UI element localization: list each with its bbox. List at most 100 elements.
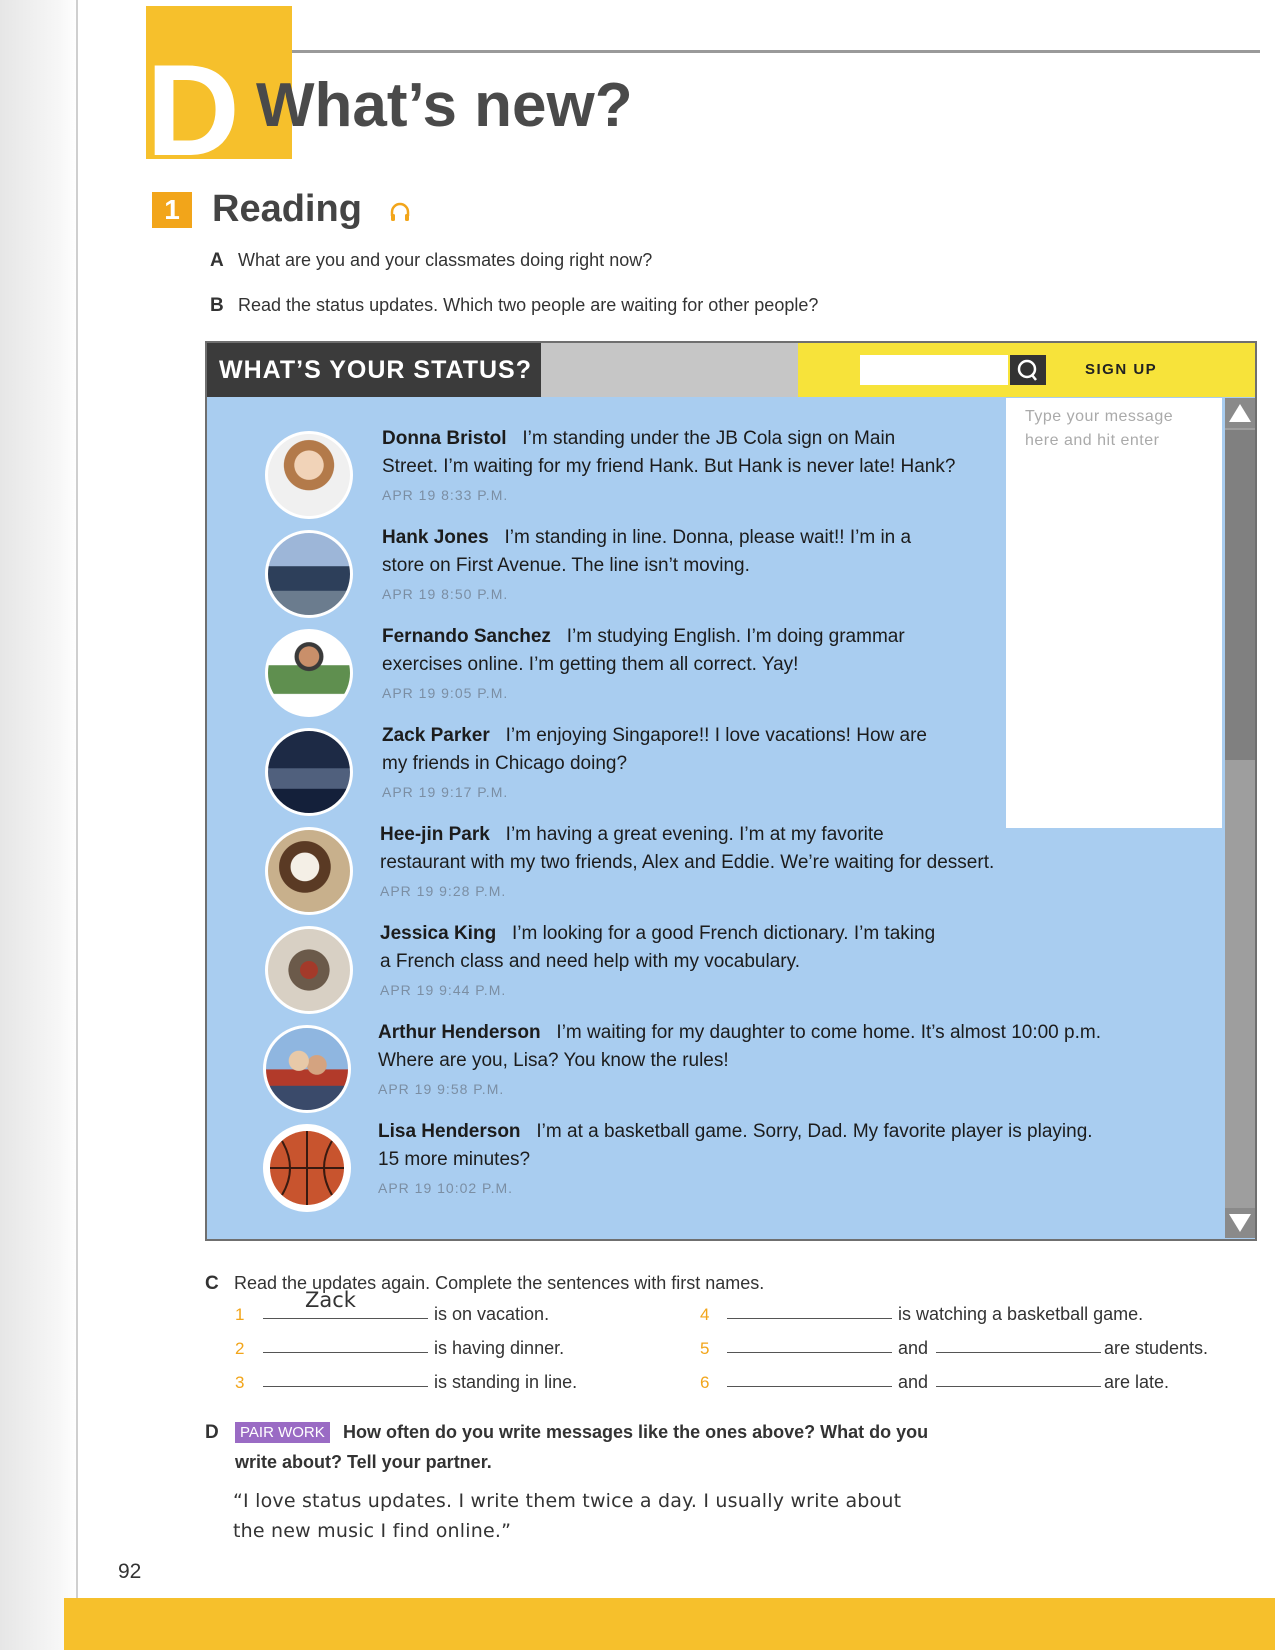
post-timestamp: APR 19 10:02 P.M. bbox=[378, 1180, 514, 1196]
item-number: 2 bbox=[235, 1339, 245, 1358]
post-zack: Zack Parker I’m enjoying Singapore!! I l… bbox=[382, 722, 927, 806]
status-header-spacer bbox=[541, 343, 798, 397]
question-b-letter: B bbox=[210, 295, 224, 316]
post-body-line2: restaurant with my two friends, Alex and… bbox=[380, 852, 995, 873]
post-author: Zack Parker bbox=[382, 725, 490, 746]
question-a-text: What are you and your classmates doing r… bbox=[238, 250, 653, 270]
avatar-arthur bbox=[263, 1025, 351, 1113]
post-timestamp: APR 19 9:28 P.M. bbox=[380, 883, 507, 899]
post-fernando: Fernando Sanchez I’m studying English. I… bbox=[382, 623, 905, 707]
item-and: and bbox=[898, 1338, 929, 1358]
page-title: What’s new? bbox=[256, 71, 633, 140]
answer-blank-3[interactable] bbox=[263, 1386, 428, 1387]
item-text: is on vacation. bbox=[434, 1304, 550, 1324]
post-body-line2: Street. I’m waiting for my friend Hank. … bbox=[382, 456, 956, 477]
post-timestamp: APR 19 9:58 P.M. bbox=[378, 1081, 505, 1097]
avatar-lisa bbox=[263, 1124, 351, 1212]
top-rule bbox=[290, 50, 1260, 53]
answer-blank-1[interactable] bbox=[263, 1318, 428, 1319]
item-text: are students. bbox=[1104, 1338, 1209, 1358]
search-button[interactable] bbox=[1010, 355, 1046, 385]
post-timestamp: APR 19 9:05 P.M. bbox=[382, 685, 509, 701]
post-donna: Donna Bristol I’m standing under the JB … bbox=[382, 425, 955, 509]
post-body-line1: I’m having a great evening. I’m at my fa… bbox=[505, 824, 884, 845]
avatar-jessica bbox=[265, 926, 353, 1014]
item-number: 5 bbox=[700, 1339, 710, 1358]
search-input[interactable] bbox=[860, 355, 1008, 385]
post-heejin: Hee-jin Park I’m having a great evening.… bbox=[380, 821, 994, 905]
post-body-line2: my friends in Chicago doing? bbox=[382, 753, 628, 774]
question-d-text-line1: How often do you write messages like the… bbox=[343, 1422, 929, 1442]
answer-blank-6b[interactable] bbox=[936, 1386, 1101, 1387]
question-d-letter: D bbox=[205, 1422, 219, 1443]
status-app-title: WHAT’S YOUR STATUS? bbox=[207, 343, 541, 397]
post-body-line1: I’m standing in line. Donna, please wait… bbox=[504, 527, 912, 548]
answer-blank-6a[interactable] bbox=[727, 1386, 892, 1387]
post-body-line1: I’m looking for a good French dictionary… bbox=[512, 923, 936, 944]
item-and: and bbox=[898, 1372, 929, 1392]
avatar-zack bbox=[265, 728, 353, 816]
post-body-line1: I’m standing under the JB Cola sign on M… bbox=[522, 428, 896, 449]
item-number: 1 bbox=[235, 1305, 245, 1324]
post-timestamp: APR 19 8:33 P.M. bbox=[382, 487, 509, 503]
question-d-text-line2: write about? Tell your partner. bbox=[235, 1452, 492, 1472]
post-author: Jessica King bbox=[380, 923, 497, 944]
question-c-letter: C bbox=[205, 1273, 219, 1294]
post-jessica: Jessica King I’m looking for a good Fren… bbox=[380, 920, 935, 1004]
page-spine-shadow bbox=[0, 0, 78, 1650]
item-text: is having dinner. bbox=[434, 1338, 565, 1358]
scroll-down-button[interactable] bbox=[1225, 1208, 1255, 1238]
item-number: 6 bbox=[700, 1373, 710, 1392]
question-b-text: Read the status updates. Which two peopl… bbox=[238, 295, 819, 315]
answer-blank-4[interactable] bbox=[727, 1318, 892, 1319]
example-quote: “I love status updates. I write them twi… bbox=[233, 1490, 902, 1542]
post-author: Hank Jones bbox=[382, 527, 489, 548]
handwritten-answer: Zack bbox=[305, 1288, 356, 1312]
avatar-donna bbox=[265, 431, 353, 519]
item-number: 3 bbox=[235, 1373, 245, 1392]
question-a-letter: A bbox=[210, 250, 224, 271]
answer-blank-5b[interactable] bbox=[936, 1352, 1101, 1353]
section-letter: D bbox=[146, 37, 240, 183]
post-lisa: Lisa Henderson I’m at a basketball game.… bbox=[378, 1118, 1093, 1202]
search-icon bbox=[1017, 359, 1037, 381]
headphones-icon[interactable] bbox=[388, 200, 412, 224]
footer-bar bbox=[64, 1598, 1275, 1650]
post-timestamp: APR 19 9:44 P.M. bbox=[380, 982, 507, 998]
post-body-line1: I’m waiting for my daughter to come home… bbox=[556, 1022, 1101, 1043]
message-placeholder: Type your message here and hit enter bbox=[1025, 408, 1174, 449]
avatar-heejin bbox=[265, 827, 353, 915]
post-body-line2: Where are you, Lisa? You know the rules! bbox=[378, 1050, 729, 1071]
post-body-line1: I’m at a basketball game. Sorry, Dad. My… bbox=[536, 1121, 1093, 1142]
item-text: is standing in line. bbox=[434, 1372, 578, 1392]
item-text: are late. bbox=[1104, 1372, 1170, 1392]
post-hank: Hank Jones I’m standing in line. Donna, … bbox=[382, 524, 911, 608]
scroll-up-button[interactable] bbox=[1225, 398, 1255, 428]
post-body-line1: I’m studying English. I’m doing grammar bbox=[566, 626, 905, 647]
post-body-line2: 15 more minutes? bbox=[378, 1149, 531, 1170]
avatar-hank bbox=[265, 530, 353, 618]
page-number: 92 bbox=[118, 1560, 142, 1583]
post-author: Fernando Sanchez bbox=[382, 626, 551, 647]
post-arthur: Arthur Henderson I’m waiting for my daug… bbox=[378, 1019, 1101, 1103]
section-number: 1 bbox=[152, 192, 192, 228]
post-body-line2: exercises online. I’m getting them all c… bbox=[382, 654, 799, 675]
post-author: Hee-jin Park bbox=[380, 824, 490, 845]
post-author: Arthur Henderson bbox=[378, 1022, 541, 1043]
item-number: 4 bbox=[700, 1305, 710, 1324]
answer-blank-5a[interactable] bbox=[727, 1352, 892, 1353]
item-text: is watching a basketball game. bbox=[898, 1304, 1144, 1324]
section-title: Reading bbox=[212, 188, 362, 230]
pair-work-badge: PAIR WORK bbox=[235, 1422, 330, 1443]
page-spine-line bbox=[76, 0, 78, 1650]
post-timestamp: APR 19 8:50 P.M. bbox=[382, 586, 509, 602]
post-author: Lisa Henderson bbox=[378, 1121, 521, 1142]
basketball-icon bbox=[270, 1131, 344, 1205]
scrollbar-thumb[interactable] bbox=[1225, 430, 1255, 760]
sign-up-link[interactable]: SIGN UP bbox=[1085, 357, 1157, 383]
message-panel[interactable] bbox=[1006, 398, 1222, 828]
post-author: Donna Bristol bbox=[382, 428, 507, 449]
avatar-fernando bbox=[265, 629, 353, 717]
answer-blank-2[interactable] bbox=[263, 1352, 428, 1353]
triangle-down-icon bbox=[1229, 1214, 1251, 1232]
